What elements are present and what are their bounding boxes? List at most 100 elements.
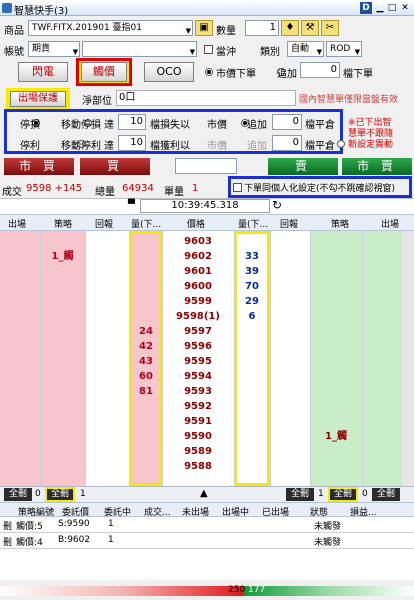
price-cell[interactable]: 9591 [162,414,234,429]
col-header-strategy-right[interactable]: 策略 [331,217,349,230]
sell-strategy-cell[interactable] [310,279,362,294]
bid-qty-cell[interactable] [130,414,162,429]
bid-qty-cell[interactable] [130,444,162,459]
oco-mode-button[interactable]: OCO [144,62,194,82]
col-header-strategy-left[interactable]: 策略 [54,217,72,230]
bid-qty-cell[interactable] [130,264,162,279]
flash-mode-button[interactable]: 閃電 [18,62,68,82]
price-cell[interactable]: 9588 [162,459,234,474]
ask-qty-cell[interactable] [234,459,270,474]
ask-qty-cell[interactable] [234,324,270,339]
buy-strategy-cell[interactable] [40,429,85,444]
ask-qty-cell[interactable] [234,369,270,384]
order-row[interactable]: 刪觸價:4 B:9602 1 未觸發 [0,533,414,549]
ladder-row[interactable]: 43 9595 [0,354,414,369]
buy-strategy-cell[interactable]: 1_觸 [40,249,85,264]
ladder-row[interactable]: 9590 1_觸 [0,429,414,444]
order-row[interactable]: 刪觸價:5 S:9590 1 未觸發 [0,517,414,533]
ladder-row[interactable]: 1_觸 9602 33 [0,249,414,264]
minimize-icon[interactable]: ▁ [374,2,386,14]
buy-strategy-cell[interactable] [40,294,85,309]
bid-qty-cell[interactable]: 24 [130,324,162,339]
col-header-report-left[interactable]: 回報 [95,217,113,230]
ladder-row[interactable]: 81 9593 [0,384,414,399]
lots-input[interactable]: 0 [300,62,340,78]
loss-close-input[interactable]: 0 [272,114,302,130]
buy-button[interactable]: 買 [80,158,150,175]
price-cell[interactable]: 9603 [162,234,234,249]
condition-select[interactable]: ROD ▼ [326,41,362,57]
col-header-ask-qty[interactable]: 量(下... [238,217,268,230]
delete-right-button[interactable]: 全刪 [328,487,358,502]
ladder-row[interactable]: 9600 70 [0,279,414,294]
ask-qty-cell[interactable] [234,339,270,354]
buy-strategy-cell[interactable] [40,339,85,354]
price-cell[interactable]: 9598(1) [162,309,234,324]
sell-strategy-cell[interactable] [310,309,362,324]
price-cell[interactable]: 9601 [162,264,234,279]
ladder-row[interactable]: 9601 39 [0,264,414,279]
sell-strategy-cell[interactable] [310,264,362,279]
sell-strategy-cell[interactable]: 1_觸 [310,429,362,444]
ladder-row[interactable]: 9591 [0,414,414,429]
order-act[interactable]: 刪 [3,535,12,548]
sell-strategy-cell[interactable] [310,324,362,339]
ladder-row[interactable]: 9589 [0,444,414,459]
sell-strategy-cell[interactable] [310,399,362,414]
sell-strategy-cell[interactable] [310,414,362,429]
bid-qty-cell[interactable] [130,429,162,444]
ask-qty-cell[interactable] [234,234,270,249]
ask-qty-cell[interactable]: 39 [234,264,270,279]
sell-strategy-cell[interactable] [310,369,362,384]
ladder-row[interactable]: 60 9594 [0,369,414,384]
buy-strategy-cell[interactable] [40,459,85,474]
market-order-radio[interactable] [205,68,213,76]
stop-loss-ticks-input[interactable]: 10 [118,114,146,130]
ladder-row[interactable]: 9592 [0,399,414,414]
price-cell[interactable]: 9595 [162,354,234,369]
ask-qty-cell[interactable]: 29 [234,294,270,309]
bid-qty-cell[interactable] [130,399,162,414]
buy-strategy-cell[interactable] [40,354,85,369]
buy-strategy-cell[interactable] [40,309,85,324]
market-sell-button[interactable]: 市 賣 [342,158,412,175]
price-cell[interactable]: 9597 [162,324,234,339]
day-trade-checkbox[interactable] [204,45,213,54]
bid-qty-cell[interactable] [130,279,162,294]
buy-strategy-cell[interactable] [40,444,85,459]
ask-qty-cell[interactable] [234,384,270,399]
product-select[interactable]: TWF.FITX.201901 臺指01 ▼ [28,20,193,36]
ask-qty-cell[interactable] [234,354,270,369]
ladder-row[interactable]: 42 9596 [0,339,414,354]
ask-qty-cell[interactable]: 6 [234,309,270,324]
ladder-row[interactable]: 9603 [0,234,414,249]
lock-icon[interactable]: ♦ [281,20,299,36]
touch-mode-button[interactable]: 觸價 [81,62,127,82]
tools-icon[interactable]: ✂ [321,20,339,36]
ask-qty-cell[interactable] [234,444,270,459]
category-select[interactable]: 自動 ▼ [287,41,324,57]
ladder-row[interactable]: 9588 [0,459,414,474]
delete-all-right-button-2[interactable]: 全刪 [372,488,400,501]
profit-append-radio[interactable] [336,140,345,148]
bid-qty-cell[interactable]: 42 [130,339,162,354]
lock-small-icon[interactable]: ▀ [128,200,135,210]
sell-strategy-cell[interactable] [310,384,362,399]
scroll-up-icon[interactable]: ▲ [200,488,208,499]
sell-strategy-cell[interactable] [310,459,362,474]
delete-all-left-button[interactable]: 全刪 [4,488,32,501]
bid-qty-cell[interactable]: 60 [130,369,162,384]
col-header-report-right[interactable]: 回報 [280,217,298,230]
order-act[interactable]: 刪 [3,519,12,532]
maximize-icon[interactable]: □ [386,2,398,14]
buy-strategy-cell[interactable] [40,399,85,414]
buy-strategy-cell[interactable] [40,369,85,384]
price-cell[interactable]: 9592 [162,399,234,414]
take-profit-ticks-input[interactable]: 10 [118,135,146,151]
bid-qty-cell[interactable]: 81 [130,384,162,399]
buy-strategy-cell[interactable] [40,234,85,249]
bid-qty-cell[interactable] [130,234,162,249]
sell-strategy-cell[interactable] [310,249,362,264]
price-cell[interactable]: 9594 [162,369,234,384]
profit-close-input[interactable]: 0 [272,135,302,151]
